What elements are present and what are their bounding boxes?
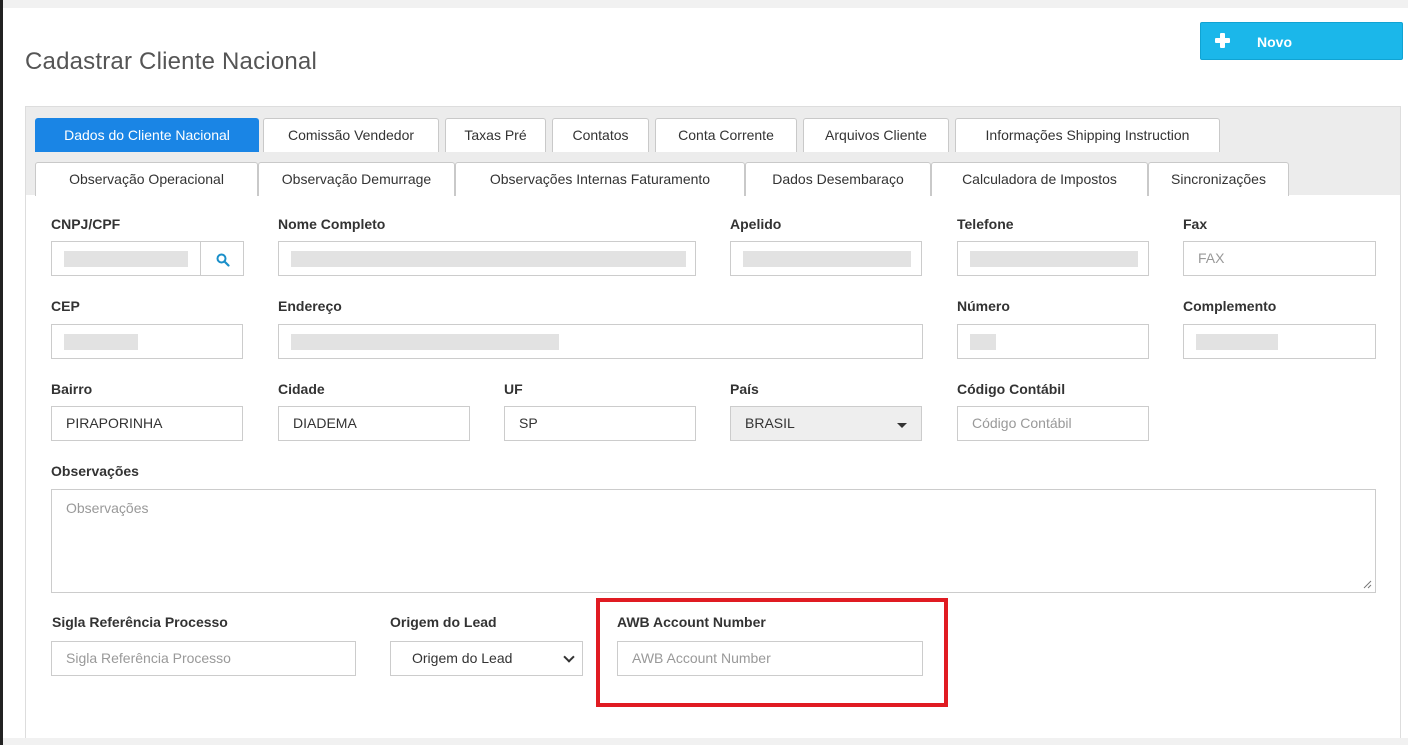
tab-contatos[interactable]: Contatos <box>552 118 649 152</box>
tab-comissao-vendedor[interactable]: Comissão Vendedor <box>263 118 439 152</box>
numero-input[interactable] <box>957 324 1149 359</box>
redacted-value <box>291 334 559 350</box>
new-button-label: Novo <box>1257 34 1292 50</box>
pais-select[interactable]: BRASIL <box>730 406 922 441</box>
page-title: Cadastrar Cliente Nacional <box>25 48 318 75</box>
redacted-value <box>743 251 911 267</box>
bairro-input[interactable]: PIRAPORINHA <box>51 406 243 441</box>
redacted-value <box>1196 334 1278 350</box>
complemento-label: Complemento <box>1183 298 1277 314</box>
bairro-label: Bairro <box>51 381 93 397</box>
tab-observacao-demurrage[interactable]: Observação Demurrage <box>258 162 455 196</box>
resize-handle-icon[interactable] <box>1363 580 1372 589</box>
endereco-input[interactable] <box>278 324 923 359</box>
fax-input[interactable]: FAX <box>1183 241 1376 276</box>
observacoes-label: Observações <box>51 463 139 479</box>
redacted-value <box>64 251 188 267</box>
tab-observacao-operacional[interactable]: Observação Operacional <box>35 162 258 196</box>
new-button[interactable]: Novo <box>1200 22 1403 60</box>
cep-label: CEP <box>51 298 80 314</box>
tab-bar: Dados do Cliente Nacional Comissão Vende… <box>26 107 1400 196</box>
origem-lead-selected-value: Origem do Lead <box>412 650 513 666</box>
redacted-value <box>291 251 686 267</box>
sigla-input[interactable]: Sigla Referência Processo <box>51 641 356 676</box>
cnpj-input[interactable] <box>51 241 201 276</box>
redacted-value <box>64 334 138 350</box>
nome-input[interactable] <box>278 241 696 276</box>
cnpj-label: CNPJ/CPF <box>51 216 121 232</box>
redacted-value <box>970 251 1138 267</box>
cep-input[interactable] <box>51 324 243 359</box>
complemento-input[interactable] <box>1183 324 1376 359</box>
codigo-contabil-input[interactable]: Código Contábil <box>957 406 1149 441</box>
highlight-annotation-box <box>596 598 948 707</box>
cidade-label: Cidade <box>278 381 325 397</box>
pais-label: País <box>730 381 759 397</box>
chevron-down-icon <box>563 651 575 663</box>
telefone-input[interactable] <box>957 241 1149 276</box>
codigo-contabil-label: Código Contábil <box>957 381 1066 397</box>
plus-icon <box>1215 33 1230 48</box>
numero-label: Número <box>957 298 1010 314</box>
observacoes-textarea[interactable]: Observações <box>51 489 1376 593</box>
caret-down-icon <box>897 423 907 428</box>
tab-dados-desembaraco[interactable]: Dados Desembaraço <box>745 162 931 196</box>
tab-arquivos-cliente[interactable]: Arquivos Cliente <box>803 118 949 152</box>
tab-taxas-pre[interactable]: Taxas Pré <box>445 118 546 152</box>
cnpj-search-button[interactable] <box>200 241 244 276</box>
page-container: Cadastrar Cliente Nacional Novo Dados do… <box>3 8 1408 738</box>
search-icon <box>216 253 230 267</box>
redacted-value <box>970 334 996 350</box>
endereco-label: Endereço <box>278 298 342 314</box>
nome-label: Nome Completo <box>278 216 386 232</box>
tab-sincronizacoes[interactable]: Sincronizações <box>1148 162 1289 196</box>
origem-lead-select[interactable]: Origem do Lead <box>390 641 583 676</box>
tab-calculadora-de-impostos[interactable]: Calculadora de Impostos <box>931 162 1148 196</box>
apelido-label: Apelido <box>730 216 782 232</box>
cidade-input[interactable]: DIADEMA <box>278 406 470 441</box>
telefone-label: Telefone <box>957 216 1014 232</box>
observacoes-placeholder: Observações <box>66 500 149 516</box>
origem-lead-label: Origem do Lead <box>390 614 497 630</box>
uf-label: UF <box>504 381 523 397</box>
tab-dados-cliente-nacional[interactable]: Dados do Cliente Nacional <box>35 118 259 152</box>
uf-input[interactable]: SP <box>504 406 696 441</box>
tab-informacoes-shipping-instruction[interactable]: Informações Shipping Instruction <box>955 118 1220 152</box>
pais-selected-value: BRASIL <box>745 415 795 431</box>
sigla-label: Sigla Referência Processo <box>52 614 228 630</box>
apelido-input[interactable] <box>730 241 922 276</box>
tab-observacoes-internas-faturamento[interactable]: Observações Internas Faturamento <box>455 162 745 196</box>
fax-label: Fax <box>1183 216 1208 232</box>
tab-conta-corrente[interactable]: Conta Corrente <box>655 118 797 152</box>
